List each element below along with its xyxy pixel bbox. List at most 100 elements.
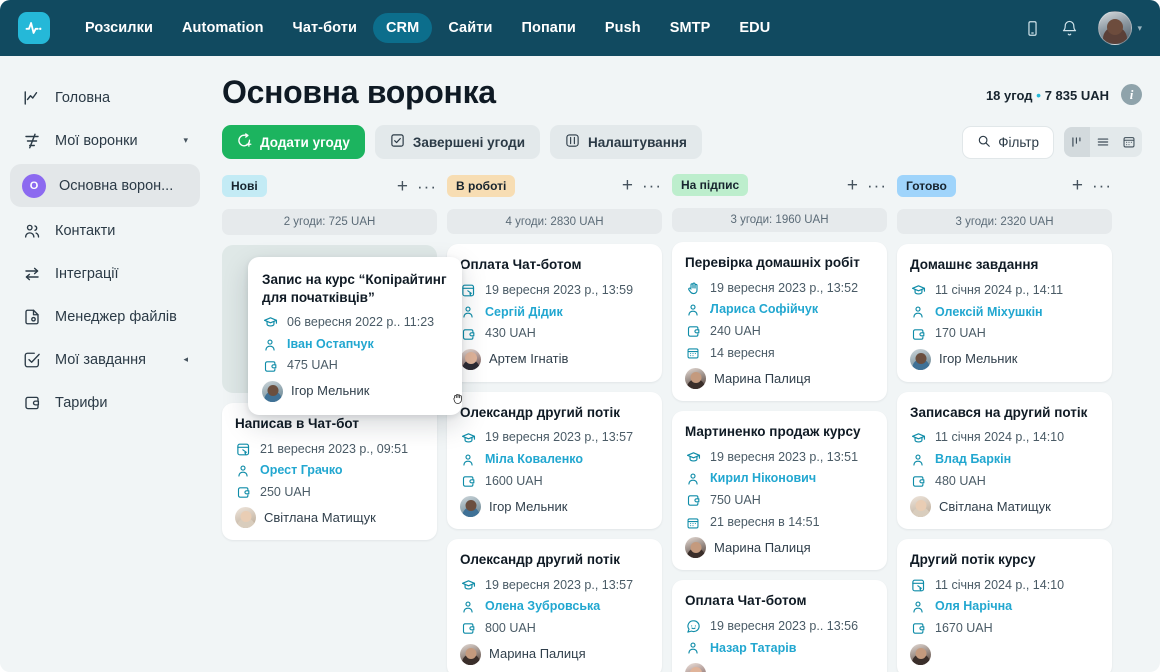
nav-item-edu[interactable]: EDU [726, 13, 783, 43]
sidebar-item-funnel-avatar-o[interactable]: OОсновна ворон... [10, 164, 200, 207]
dragging-deal-card[interactable]: Запис на курс “Копірайтинг для початківц… [248, 257, 462, 415]
nav-item-push[interactable]: Push [592, 13, 654, 43]
nav-item-чат-боти[interactable]: Чат-боти [280, 13, 370, 43]
bell-icon[interactable] [1061, 20, 1078, 37]
column-header: Нові + ··· [222, 173, 437, 199]
deals-summary: 18 угод • 7 835 UAH [986, 87, 1109, 103]
deal-card[interactable]: Записався на другий потік11 січня 2024 р… [897, 392, 1112, 529]
column-menu-icon[interactable]: ··· [642, 177, 662, 194]
deal-card-title: Перевірка домашніх робіт [685, 254, 875, 272]
calendar-small-icon [685, 516, 701, 530]
card-contact-row[interactable]: Міла Коваленко [460, 452, 650, 468]
deal-card[interactable]: Мартиненко продаж курсу19 вересня 2023 р… [672, 411, 887, 570]
nav-item-сайти[interactable]: Сайти [435, 13, 505, 43]
add-deal-button[interactable]: Додати угоду [222, 125, 365, 159]
filter-button[interactable]: Фільтр [962, 126, 1054, 159]
column-cards: Перевірка домашніх робіт 19 вересня 2023 … [672, 242, 887, 672]
column-summary: 4 угоди: 2830 UAH [447, 209, 662, 235]
column-name-badge[interactable]: Готово [897, 175, 956, 197]
deal-card-owner: Ігор Мельник [910, 349, 1100, 370]
sidebar-item-check-square-icon[interactable]: Мої завдання◂ [10, 338, 200, 381]
person-icon [460, 305, 476, 319]
sidebar-item-chart-line-icon[interactable]: Головна [10, 76, 200, 119]
deal-card-owner: Марина Палиця [460, 644, 650, 665]
deal-card-title: Домашнє завдання [910, 256, 1100, 274]
person-icon [460, 600, 476, 614]
person-icon [460, 453, 476, 467]
column-name-badge[interactable]: Нові [222, 175, 267, 197]
add-card-icon[interactable]: + [622, 176, 633, 195]
card-contact-row[interactable]: Олексій Міхушкін [910, 305, 1100, 321]
add-card-icon[interactable]: + [847, 176, 858, 195]
deal-card[interactable]: Олександр другий потік19 вересня 2023 р.… [447, 392, 662, 529]
card-meta-row: 21 вересня в 14:51 [685, 515, 875, 531]
deal-card[interactable]: Перевірка домашніх робіт 19 вересня 2023 … [672, 242, 887, 401]
nav-item-розсилки[interactable]: Розсилки [72, 13, 166, 43]
nav-item-automation[interactable]: Automation [169, 13, 277, 43]
column-name-badge[interactable]: В роботі [447, 175, 515, 197]
card-contact-row[interactable]: Сергій Дідик [460, 305, 650, 321]
card-meta-row: 800 UAH [460, 621, 650, 637]
deal-card[interactable]: Домашнє завдання11 січня 2024 р., 14:11О… [897, 244, 1112, 381]
card-contact-row[interactable]: Лариса Софійчук [685, 302, 875, 318]
card-contact-row[interactable]: Влад Баркін [910, 452, 1100, 468]
deal-card-title: Другий потік курсу [910, 551, 1100, 569]
money-wallet-icon [685, 324, 701, 339]
person-icon [910, 600, 926, 614]
sidebar-item-file-manager-icon[interactable]: Менеджер файлів [10, 295, 200, 338]
sidebar-item-wallet-icon[interactable]: Тарифи [10, 381, 200, 424]
card-contact-row[interactable]: Орест Грачко [235, 463, 425, 479]
nav-item-smtp[interactable]: SMTP [657, 13, 724, 43]
owner-avatar [910, 349, 931, 370]
card-contact-row[interactable]: Олена Зубровська [460, 599, 650, 615]
sidebar-item-users-icon[interactable]: Контакти [10, 209, 200, 252]
check-square-icon [390, 133, 405, 151]
card-contact-row[interactable]: Іван Остапчук [262, 337, 449, 353]
money-wallet-icon [262, 359, 278, 374]
column-menu-icon[interactable]: ··· [417, 178, 437, 195]
deal-card[interactable]: Написав в Чат-бот21 вересня 2023 р., 09:… [222, 403, 437, 540]
column-menu-icon[interactable]: ··· [867, 177, 887, 194]
owner-name: Марина Палиця [714, 540, 811, 556]
card-meta-text: 14 вересня [710, 346, 775, 362]
mobile-icon[interactable] [1024, 20, 1041, 37]
card-contact-row[interactable]: Назар Татарів [685, 641, 875, 657]
nav-item-попапи[interactable]: Попапи [508, 13, 588, 43]
settings-sliders-icon [565, 133, 580, 151]
add-card-icon[interactable]: + [397, 177, 408, 196]
info-icon[interactable]: i [1121, 84, 1142, 105]
deal-card[interactable]: Олександр другий потік19 вересня 2023 р.… [447, 539, 662, 672]
chevron-down-icon[interactable]: ▾ [183, 135, 188, 146]
add-deal-icon [237, 133, 252, 151]
add-card-icon[interactable]: + [1072, 176, 1083, 195]
column-menu-icon[interactable]: ··· [1092, 177, 1112, 194]
chevron-left-icon[interactable]: ◂ [183, 354, 188, 365]
completed-deals-button[interactable]: Завершені угоди [375, 125, 540, 159]
calendar-view-button[interactable] [1116, 127, 1142, 157]
settings-label: Налаштування [588, 135, 687, 150]
deal-card[interactable]: Оплата Чат-ботом19 вересня 2023 р.. 13:5… [672, 580, 887, 672]
list-view-button[interactable] [1090, 127, 1116, 157]
user-avatar-menu[interactable]: ▾ [1098, 11, 1142, 45]
person-icon [910, 453, 926, 467]
deal-card[interactable]: Другий потік курсу11 січня 2024 р., 14:1… [897, 539, 1112, 672]
card-contact-row[interactable]: Оля Нарічна [910, 599, 1100, 615]
nav-item-crm[interactable]: CRM [373, 13, 432, 43]
deal-card-title: Записався на другий потік [910, 404, 1100, 422]
card-meta-text: 21 вересня в 14:51 [710, 515, 820, 531]
pulse-logo-icon[interactable] [18, 12, 50, 44]
owner-name: Світлана Матищук [939, 499, 1051, 515]
column-name-badge[interactable]: На підпис [672, 174, 748, 196]
sidebar-item-funnel-icon[interactable]: Мої воронки▾ [10, 119, 200, 162]
card-meta-text: Олена Зубровська [485, 599, 600, 615]
card-meta-text: 21 вересня 2023 р., 09:51 [260, 442, 408, 458]
settings-button[interactable]: Налаштування [550, 125, 702, 159]
sidebar-item-exchange-icon[interactable]: Інтеграції [10, 252, 200, 295]
users-icon [22, 222, 42, 240]
card-contact-row[interactable]: Кирил Ніконович [685, 471, 875, 487]
kanban-view-button[interactable] [1064, 127, 1090, 157]
filter-label: Фільтр [998, 135, 1039, 150]
card-meta-row: 19 вересня 2023 р., 13:52 [685, 281, 875, 297]
owner-avatar [685, 663, 706, 672]
deal-card[interactable]: Оплата Чат-ботом19 вересня 2023 р., 13:5… [447, 244, 662, 381]
